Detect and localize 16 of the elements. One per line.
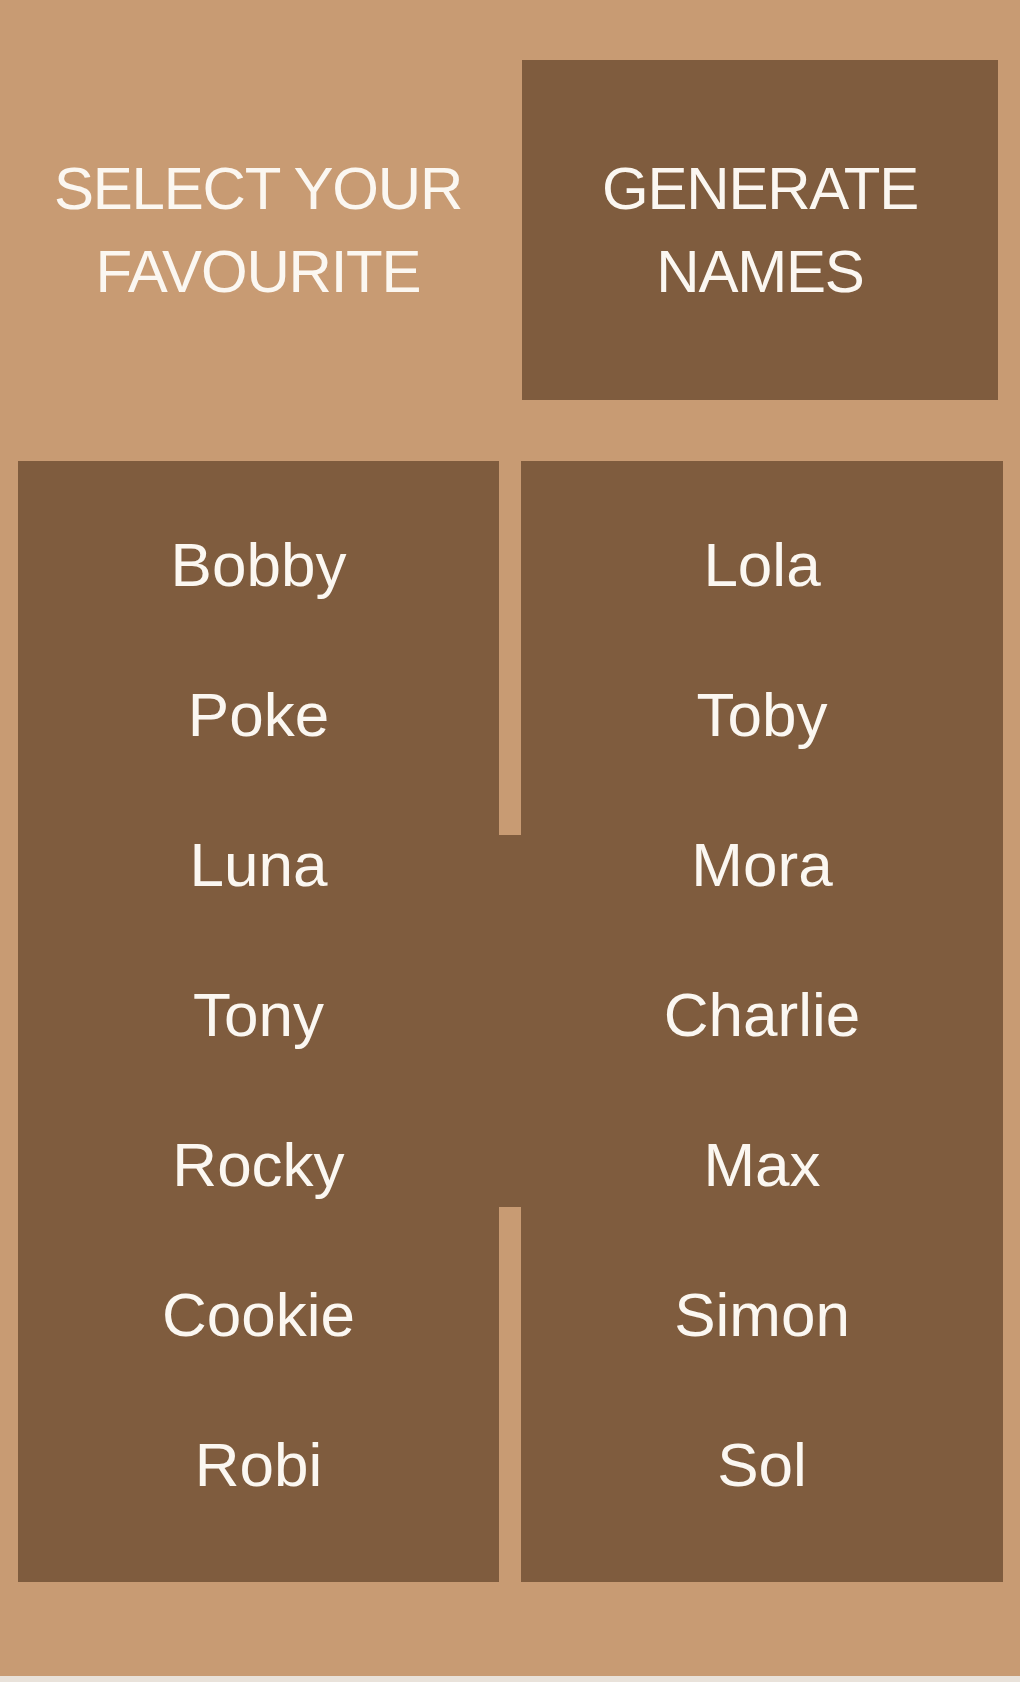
name-option[interactable]: Simon: [662, 1275, 862, 1355]
name-option[interactable]: Poke: [175, 675, 342, 755]
header-title: SELECT YOUR FAVOURITE: [52, 154, 464, 307]
name-option[interactable]: Cookie: [150, 1275, 367, 1355]
name-option[interactable]: Robi: [182, 1425, 335, 1505]
name-option[interactable]: Lola: [691, 525, 833, 605]
name-option[interactable]: Toby: [684, 675, 840, 755]
generate-names-button[interactable]: GENERATE NAMES: [522, 60, 998, 400]
name-option[interactable]: Sol: [705, 1425, 819, 1505]
name-option[interactable]: Mora: [679, 825, 845, 905]
name-option[interactable]: Max: [691, 1125, 833, 1205]
name-option[interactable]: Bobby: [158, 525, 359, 605]
name-option[interactable]: Tony: [181, 975, 336, 1055]
name-option[interactable]: Luna: [177, 825, 340, 905]
name-option[interactable]: Charlie: [651, 975, 873, 1055]
name-option[interactable]: Rocky: [160, 1125, 357, 1205]
